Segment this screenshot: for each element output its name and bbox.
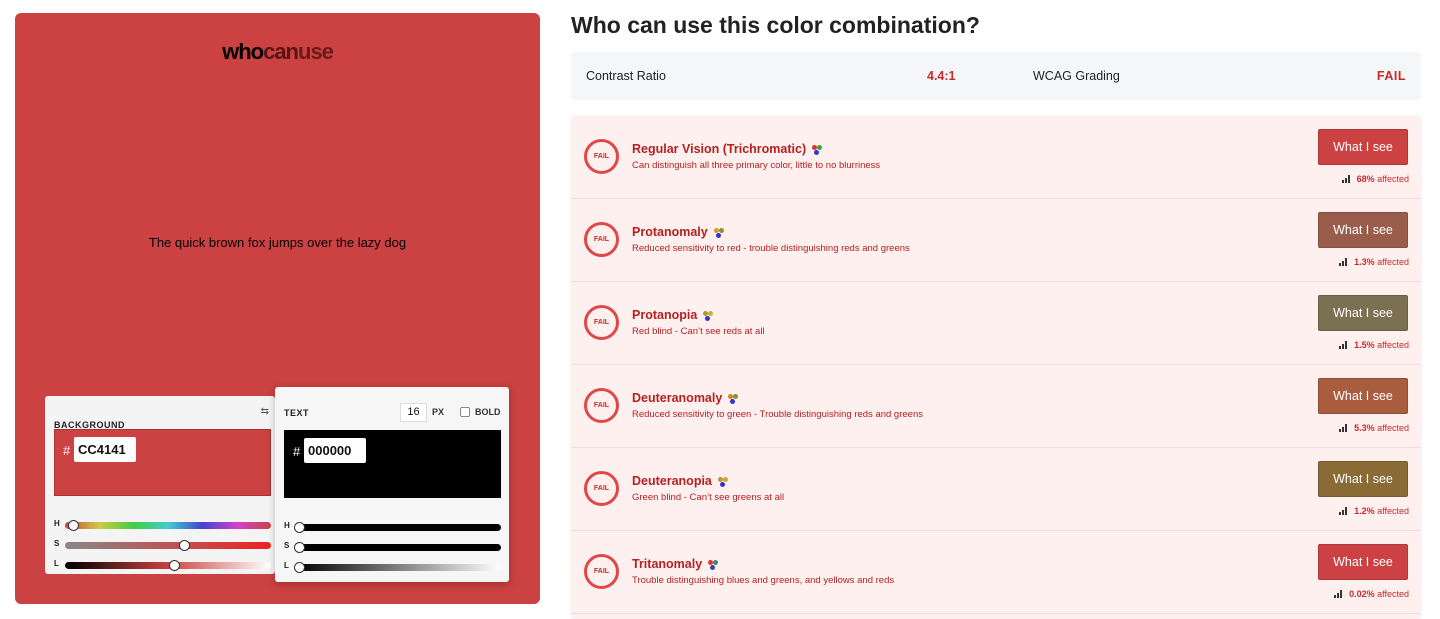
vision-description: Trouble distinguishing blues and greens,… <box>632 575 895 586</box>
background-hue-slider[interactable]: H <box>54 519 271 531</box>
wcag-grading-value: FAIL <box>1376 69 1406 83</box>
vision-description: Reduced sensitivity to green - Trouble d… <box>632 409 923 420</box>
background-saturation-slider[interactable]: S <box>54 539 271 551</box>
fail-badge: FAIL <box>584 471 619 506</box>
background-lightness-slider[interactable]: L <box>54 559 271 571</box>
vision-description: Reduced sensitivity to red - trouble dis… <box>632 243 910 254</box>
saturation-track <box>294 542 501 553</box>
fail-badge: FAIL <box>584 388 619 423</box>
color-dots-icon <box>708 559 719 570</box>
fail-badge: FAIL <box>584 554 619 589</box>
font-size-input[interactable]: 16 <box>400 403 427 422</box>
slider-label: L <box>54 559 59 568</box>
hash-symbol: # <box>63 443 71 458</box>
text-lightness-slider[interactable]: L <box>284 561 501 573</box>
affected-stat: 1.2% affected <box>1339 506 1409 516</box>
slider-knob[interactable] <box>169 560 181 571</box>
text-swatch[interactable]: # <box>284 430 501 498</box>
color-dots-icon <box>812 144 823 155</box>
text-saturation-slider[interactable]: S <box>284 541 501 553</box>
fail-badge: FAIL <box>584 222 619 257</box>
background-hex-input[interactable] <box>74 437 136 462</box>
bold-label: BOLD <box>475 407 501 417</box>
vision-description: Green blind - Can’t see greens at all <box>632 492 785 503</box>
logo-use: use <box>298 39 334 64</box>
bar-chart-icon <box>1334 590 1344 598</box>
sample-text: The quick brown fox jumps over the lazy … <box>148 235 407 250</box>
slider-label: L <box>284 561 289 570</box>
text-hue-slider[interactable]: H <box>284 521 501 533</box>
what-i-see-button[interactable]: What I see <box>1318 544 1408 580</box>
vision-title: Protanopia <box>632 308 714 322</box>
what-i-see-button[interactable]: What I see <box>1318 212 1408 248</box>
vision-row-protanopia: FAIL Protanopia Red blind - Can’t see re… <box>571 282 1421 365</box>
slider-knob[interactable] <box>294 542 305 553</box>
contrast-ratio-value: 4.4:1 <box>927 69 956 83</box>
hash-symbol: # <box>293 444 301 459</box>
vision-title: Protanomaly <box>632 225 724 239</box>
vision-list: FAIL Regular Vision (Trichromatic) Can d… <box>571 116 1421 619</box>
slider-label: S <box>284 541 290 550</box>
what-i-see-button[interactable]: What I see <box>1318 295 1408 331</box>
lightness-track <box>294 562 501 573</box>
bold-checkbox[interactable] <box>460 407 470 417</box>
background-swatch[interactable]: # <box>54 429 271 496</box>
bar-chart-icon <box>1339 341 1349 349</box>
affected-stat: 0.02% affected <box>1334 589 1409 599</box>
hue-track <box>65 520 271 531</box>
lightness-track <box>65 560 271 571</box>
color-dots-icon <box>728 393 739 404</box>
what-i-see-button[interactable]: What I see <box>1318 461 1408 497</box>
slider-label: H <box>54 519 60 528</box>
text-label: TEXT <box>284 408 310 418</box>
slider-label: S <box>54 539 60 548</box>
fail-badge: FAIL <box>584 305 619 340</box>
color-dots-icon <box>717 476 728 487</box>
color-dots-icon <box>703 310 714 321</box>
vision-row-deuteranomaly: FAIL Deuteranomaly Reduced sensitivity t… <box>571 365 1421 448</box>
what-i-see-button[interactable]: What I see <box>1318 129 1408 165</box>
bar-chart-icon <box>1339 507 1349 515</box>
bar-chart-icon <box>1339 424 1349 432</box>
slider-label: H <box>284 521 290 530</box>
bar-chart-icon <box>1341 175 1352 183</box>
fail-badge: FAIL <box>584 139 619 174</box>
vision-description: Red blind - Can’t see reds at all <box>632 326 765 337</box>
wcag-grading-label: WCAG Grading <box>1033 69 1120 83</box>
swap-icon[interactable]: ⇆ <box>261 406 269 417</box>
preview-panel: whocanuse The quick brown fox jumps over… <box>15 13 540 604</box>
px-label: PX <box>432 407 445 417</box>
text-hex-input[interactable] <box>304 438 366 463</box>
affected-stat: 5.3% affected <box>1339 423 1409 433</box>
color-dots-icon <box>713 227 724 238</box>
background-color-panel: BACKGROUND ⇆ # H S L <box>45 396 275 574</box>
vision-row-regular: FAIL Regular Vision (Trichromatic) Can d… <box>571 116 1421 199</box>
page-title: Who can use this color combination? <box>571 12 980 38</box>
slider-knob[interactable] <box>294 562 305 573</box>
slider-knob[interactable] <box>179 540 191 551</box>
summary-bar: Contrast Ratio 4.4:1 WCAG Grading FAIL <box>571 52 1421 100</box>
vision-description: Can distinguish all three primary color,… <box>632 160 881 171</box>
vision-title: Deuteranopia <box>632 474 728 488</box>
slider-knob[interactable] <box>294 522 305 533</box>
affected-stat: 1.5% affected <box>1339 340 1409 350</box>
affected-stat: 68% affected <box>1341 174 1409 184</box>
vision-title: Deuteranomaly <box>632 391 739 405</box>
vision-title: Regular Vision (Trichromatic) <box>632 142 823 156</box>
affected-stat: 1.3% affected <box>1339 257 1409 267</box>
what-i-see-button[interactable]: What I see <box>1318 378 1408 414</box>
vision-title: Tritanomaly <box>632 557 719 571</box>
text-color-panel: TEXT 16 PX BOLD # H S L <box>275 387 509 582</box>
vision-row-deuteranopia: FAIL Deuteranopia Green blind - Can’t se… <box>571 448 1421 531</box>
logo-who: who <box>222 39 264 64</box>
hue-track <box>294 522 501 533</box>
contrast-ratio-label: Contrast Ratio <box>586 69 666 83</box>
vision-row-protanomaly: FAIL Protanomaly Reduced sensitivity to … <box>571 199 1421 282</box>
vision-row-tritanomaly: FAIL Tritanomaly Trouble distinguishing … <box>571 531 1421 614</box>
slider-knob[interactable] <box>68 520 80 531</box>
logo[interactable]: whocanuse <box>15 39 540 65</box>
logo-can: can <box>263 39 299 64</box>
saturation-track <box>65 540 271 551</box>
bar-chart-icon <box>1339 258 1349 266</box>
